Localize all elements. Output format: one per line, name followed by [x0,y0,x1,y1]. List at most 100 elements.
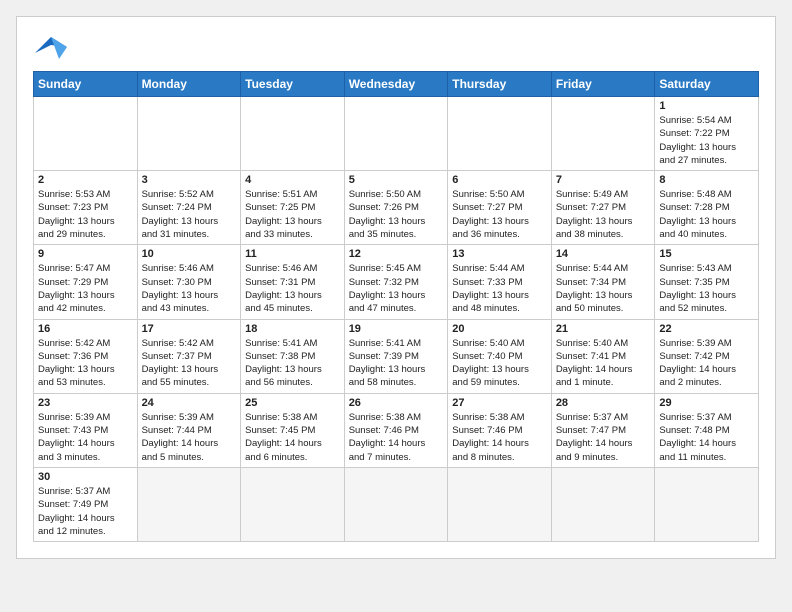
day-number: 7 [556,174,651,186]
day-number: 16 [38,323,133,335]
calendar-cell: 23 Sunrise: 5:39 AM Sunset: 7:43 PM Dayli… [34,393,138,467]
calendar-cell: 24 Sunrise: 5:39 AM Sunset: 7:44 PM Dayli… [137,393,241,467]
weekday-header-thursday: Thursday [448,72,552,97]
day-number: 19 [349,323,444,335]
day-info: Sunrise: 5:44 AM Sunset: 7:34 PM Dayligh… [556,262,651,315]
day-number: 27 [452,397,547,409]
day-info: Sunrise: 5:37 AM Sunset: 7:49 PM Dayligh… [38,485,133,538]
day-number: 28 [556,397,651,409]
calendar-cell: 14Sunrise: 5:44 AM Sunset: 7:34 PM Dayli… [551,245,655,319]
calendar-cell [241,467,345,541]
day-number: 23 [38,397,133,409]
weekday-header-saturday: Saturday [655,72,759,97]
calendar-cell: 17 Sunrise: 5:42 AM Sunset: 7:37 PM Dayli… [137,319,241,393]
calendar-cell [34,97,138,171]
logo-icon [33,33,69,63]
day-info: Sunrise: 5:38 AM Sunset: 7:46 PM Dayligh… [349,411,444,464]
weekday-header-tuesday: Tuesday [241,72,345,97]
day-number: 26 [349,397,444,409]
day-info: Sunrise: 5:44 AM Sunset: 7:33 PM Dayligh… [452,262,547,315]
day-info: Sunrise: 5:46 AM Sunset: 7:30 PM Dayligh… [142,262,237,315]
day-info: Sunrise: 5:37 AM Sunset: 7:48 PM Dayligh… [659,411,754,464]
day-number: 21 [556,323,651,335]
day-info: Sunrise: 5:52 AM Sunset: 7:24 PM Dayligh… [142,188,237,241]
calendar-cell [448,97,552,171]
day-number: 11 [245,248,340,260]
calendar-cell: 12Sunrise: 5:45 AM Sunset: 7:32 PM Dayli… [344,245,448,319]
day-number: 29 [659,397,754,409]
day-info: Sunrise: 5:46 AM Sunset: 7:31 PM Dayligh… [245,262,340,315]
calendar-cell: 4Sunrise: 5:51 AM Sunset: 7:25 PM Daylig… [241,171,345,245]
calendar-cell: 6 Sunrise: 5:50 AM Sunset: 7:27 PM Daylig… [448,171,552,245]
day-info: Sunrise: 5:50 AM Sunset: 7:27 PM Dayligh… [452,188,547,241]
calendar-cell [137,467,241,541]
day-info: Sunrise: 5:41 AM Sunset: 7:38 PM Dayligh… [245,337,340,390]
calendar-cell: 3 Sunrise: 5:52 AM Sunset: 7:24 PM Daylig… [137,171,241,245]
day-number: 1 [659,100,754,112]
calendar-cell [448,467,552,541]
calendar-week-row: 2Sunrise: 5:53 AM Sunset: 7:23 PM Daylig… [34,171,759,245]
calendar-cell: 8 Sunrise: 5:48 AM Sunset: 7:28 PM Daylig… [655,171,759,245]
day-info: Sunrise: 5:49 AM Sunset: 7:27 PM Dayligh… [556,188,651,241]
calendar-cell: 19 Sunrise: 5:41 AM Sunset: 7:39 PM Dayli… [344,319,448,393]
page-header [33,33,759,63]
day-info: Sunrise: 5:40 AM Sunset: 7:40 PM Dayligh… [452,337,547,390]
calendar-cell: 2Sunrise: 5:53 AM Sunset: 7:23 PM Daylig… [34,171,138,245]
day-number: 13 [452,248,547,260]
calendar-cell: 27Sunrise: 5:38 AM Sunset: 7:46 PM Dayli… [448,393,552,467]
day-number: 3 [142,174,237,186]
calendar-cell [551,97,655,171]
day-info: Sunrise: 5:40 AM Sunset: 7:41 PM Dayligh… [556,337,651,390]
day-info: Sunrise: 5:39 AM Sunset: 7:42 PM Dayligh… [659,337,754,390]
calendar-cell [344,97,448,171]
day-number: 24 [142,397,237,409]
calendar-cell: 13 Sunrise: 5:44 AM Sunset: 7:33 PM Dayli… [448,245,552,319]
calendar-cell: 28 Sunrise: 5:37 AM Sunset: 7:47 PM Dayli… [551,393,655,467]
day-info: Sunrise: 5:47 AM Sunset: 7:29 PM Dayligh… [38,262,133,315]
calendar-cell [551,467,655,541]
weekday-header-sunday: Sunday [34,72,138,97]
weekday-header-wednesday: Wednesday [344,72,448,97]
day-info: Sunrise: 5:45 AM Sunset: 7:32 PM Dayligh… [349,262,444,315]
day-number: 15 [659,248,754,260]
calendar-cell [344,467,448,541]
day-number: 4 [245,174,340,186]
day-info: Sunrise: 5:37 AM Sunset: 7:47 PM Dayligh… [556,411,651,464]
day-info: Sunrise: 5:48 AM Sunset: 7:28 PM Dayligh… [659,188,754,241]
day-number: 6 [452,174,547,186]
day-number: 9 [38,248,133,260]
day-number: 30 [38,471,133,483]
calendar-cell: 29 Sunrise: 5:37 AM Sunset: 7:48 PM Dayli… [655,393,759,467]
calendar-cell: 10Sunrise: 5:46 AM Sunset: 7:30 PM Dayli… [137,245,241,319]
day-info: Sunrise: 5:41 AM Sunset: 7:39 PM Dayligh… [349,337,444,390]
calendar-week-row: 30 Sunrise: 5:37 AM Sunset: 7:49 PM Dayli… [34,467,759,541]
calendar-cell: 20 Sunrise: 5:40 AM Sunset: 7:40 PM Dayli… [448,319,552,393]
day-number: 17 [142,323,237,335]
day-info: Sunrise: 5:42 AM Sunset: 7:36 PM Dayligh… [38,337,133,390]
day-number: 8 [659,174,754,186]
calendar-cell [241,97,345,171]
day-info: Sunrise: 5:43 AM Sunset: 7:35 PM Dayligh… [659,262,754,315]
calendar-cell: 22 Sunrise: 5:39 AM Sunset: 7:42 PM Dayli… [655,319,759,393]
calendar-page: SundayMondayTuesdayWednesdayThursdayFrid… [16,16,776,559]
logo [33,33,73,63]
calendar-cell: 1 Sunrise: 5:54 AM Sunset: 7:22 PM Daylig… [655,97,759,171]
day-number: 25 [245,397,340,409]
day-info: Sunrise: 5:50 AM Sunset: 7:26 PM Dayligh… [349,188,444,241]
calendar-week-row: 1 Sunrise: 5:54 AM Sunset: 7:22 PM Daylig… [34,97,759,171]
day-info: Sunrise: 5:42 AM Sunset: 7:37 PM Dayligh… [142,337,237,390]
day-number: 22 [659,323,754,335]
calendar-cell: 25Sunrise: 5:38 AM Sunset: 7:45 PM Dayli… [241,393,345,467]
calendar-cell: 21 Sunrise: 5:40 AM Sunset: 7:41 PM Dayli… [551,319,655,393]
calendar-cell: 5Sunrise: 5:50 AM Sunset: 7:26 PM Daylig… [344,171,448,245]
calendar-cell: 15 Sunrise: 5:43 AM Sunset: 7:35 PM Dayli… [655,245,759,319]
calendar-week-row: 23 Sunrise: 5:39 AM Sunset: 7:43 PM Dayli… [34,393,759,467]
day-info: Sunrise: 5:39 AM Sunset: 7:44 PM Dayligh… [142,411,237,464]
day-info: Sunrise: 5:39 AM Sunset: 7:43 PM Dayligh… [38,411,133,464]
calendar-cell: 30 Sunrise: 5:37 AM Sunset: 7:49 PM Dayli… [34,467,138,541]
calendar-cell: 7 Sunrise: 5:49 AM Sunset: 7:27 PM Daylig… [551,171,655,245]
calendar-cell: 26 Sunrise: 5:38 AM Sunset: 7:46 PM Dayli… [344,393,448,467]
day-number: 20 [452,323,547,335]
calendar-cell [655,467,759,541]
day-info: Sunrise: 5:54 AM Sunset: 7:22 PM Dayligh… [659,114,754,167]
